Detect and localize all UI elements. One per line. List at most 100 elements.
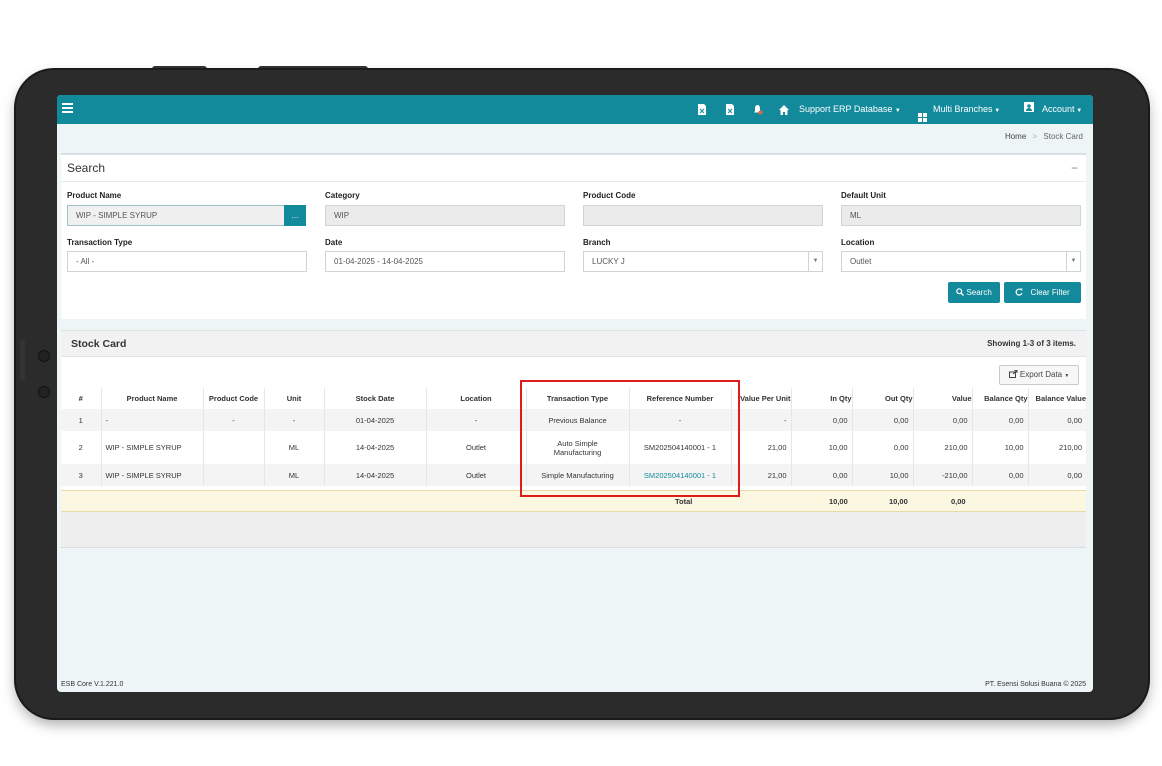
- product-name-field[interactable]: WIP - SIMPLE SYRUP: [67, 205, 285, 226]
- column-header[interactable]: Location: [426, 388, 527, 409]
- default-unit-field: ML: [841, 205, 1081, 226]
- search-panel: Search − Product Name WIP - SIMPLE SYRUP…: [61, 153, 1086, 319]
- chevron-down-icon: ▼: [1064, 373, 1070, 379]
- breadcrumb-current: Stock Card: [1043, 132, 1083, 141]
- table-cell: -210,00: [913, 464, 973, 486]
- product-browse-button[interactable]: ...: [284, 205, 306, 226]
- chevron-down-icon: ▼: [808, 252, 822, 271]
- stock-card-title: Stock Card: [71, 338, 127, 350]
- column-header[interactable]: Stock Date: [324, 388, 427, 409]
- column-header[interactable]: Out Qty: [852, 388, 914, 409]
- search-icon: [956, 288, 966, 297]
- table-cell: 10,00: [972, 431, 1029, 464]
- column-header[interactable]: Value Per Unit: [731, 388, 792, 409]
- total-value: 0,00: [951, 497, 966, 506]
- category-label: Category: [325, 191, 360, 200]
- bell-icon[interactable]: [752, 95, 763, 124]
- branches-label: Multi Branches: [933, 104, 993, 114]
- chevron-down-icon: ▼: [992, 108, 1001, 114]
- table-cell: 14-04-2025: [324, 464, 427, 486]
- items-summary: Showing 1-3 of 3 items.: [987, 339, 1076, 348]
- table-cell: -: [731, 409, 792, 431]
- menu-icon[interactable]: [62, 103, 73, 115]
- date-label: Date: [325, 238, 343, 247]
- device-side-button: [20, 340, 25, 380]
- highlight-box: [520, 380, 740, 497]
- column-header[interactable]: #: [61, 388, 102, 409]
- table-cell: Outlet: [426, 431, 527, 464]
- table-cell: 21,00: [731, 464, 792, 486]
- table-cell: 210,00: [913, 431, 973, 464]
- location-select[interactable]: Outlet ▼: [841, 251, 1081, 272]
- table-cell: 1: [61, 409, 102, 431]
- database-dropdown[interactable]: Support ERP Database ▼: [799, 95, 901, 124]
- top-navbar: Support ERP Database ▼ Multi Branches ▼ …: [57, 95, 1093, 124]
- column-header[interactable]: Product Code: [203, 388, 265, 409]
- table-footer-area: [61, 512, 1086, 548]
- date-range-field[interactable]: 01-04-2025 - 14-04-2025: [325, 251, 565, 272]
- location-select-value: Outlet: [850, 257, 872, 266]
- home-icon[interactable]: [779, 95, 789, 124]
- table-cell: WIP - SIMPLE SYRUP: [101, 464, 204, 486]
- table-cell: 0,00: [1028, 409, 1086, 431]
- transaction-type-select[interactable]: - All -: [67, 251, 307, 272]
- report-icon[interactable]: [697, 95, 707, 124]
- table-cell: 10,00: [852, 464, 914, 486]
- copyright-label: PT. Esensi Solusi Buana © 2025: [985, 681, 1086, 688]
- transaction-type-label: Transaction Type: [67, 238, 133, 247]
- branch-select[interactable]: LUCKY J ▼: [583, 251, 823, 272]
- version-label: ESB Core V.1.221.0: [61, 681, 124, 688]
- branches-dropdown[interactable]: Multi Branches ▼: [918, 95, 1000, 124]
- breadcrumb-separator: >: [1032, 132, 1038, 141]
- product-code-field: [583, 205, 823, 226]
- default-unit-label: Default Unit: [841, 191, 886, 200]
- table-cell: 0,00: [791, 464, 853, 486]
- account-dropdown[interactable]: Account ▼: [1024, 95, 1082, 124]
- table-cell: 0,00: [852, 431, 914, 464]
- table-cell: ML: [264, 431, 325, 464]
- column-header[interactable]: In Qty: [791, 388, 853, 409]
- table-cell: 10,00: [791, 431, 853, 464]
- collapse-icon[interactable]: −: [1071, 155, 1078, 182]
- export-icon: [1008, 370, 1020, 379]
- camera-dot: [38, 350, 50, 362]
- database-label: Support ERP Database: [799, 104, 893, 114]
- table-cell: WIP - SIMPLE SYRUP: [101, 431, 204, 464]
- table-cell: 0,00: [1028, 464, 1086, 486]
- column-header[interactable]: Product Name: [101, 388, 204, 409]
- table-cell: 210,00: [1059, 443, 1082, 452]
- branch-select-value: LUCKY J: [592, 257, 625, 266]
- column-header[interactable]: Balance Value: [1028, 388, 1086, 409]
- export-data-button[interactable]: Export Data ▼: [999, 365, 1079, 385]
- breadcrumb: Home > Stock Card: [1005, 132, 1083, 141]
- table-cell: 0,00: [913, 409, 973, 431]
- table-cell: 3: [61, 464, 102, 486]
- column-header[interactable]: Value: [913, 388, 973, 409]
- chevron-down-icon: ▼: [894, 108, 901, 114]
- table-cell: Outlet: [426, 464, 527, 486]
- table-cell: 21,00: [731, 431, 792, 464]
- breadcrumb-home[interactable]: Home: [1005, 132, 1026, 141]
- clear-filter-label: Clear Filter: [1030, 288, 1070, 297]
- category-field: WIP: [325, 205, 565, 226]
- location-label: Location: [841, 238, 875, 247]
- clear-filter-button[interactable]: Clear Filter: [1004, 282, 1081, 303]
- search-button[interactable]: Search: [948, 282, 1000, 303]
- chevron-down-icon: ▼: [1074, 108, 1083, 114]
- search-panel-header: Search −: [61, 155, 1086, 182]
- table-cell: -: [101, 409, 204, 431]
- total-in-qty: 10,00: [829, 497, 848, 506]
- table-cell: -: [426, 409, 527, 431]
- table-cell: ML: [264, 464, 325, 486]
- report-icon[interactable]: [725, 95, 735, 124]
- table-cell: 0,00: [972, 409, 1029, 431]
- table-cell: 01-04-2025: [324, 409, 427, 431]
- column-header[interactable]: Unit: [264, 388, 325, 409]
- table-cell: 14-04-2025: [324, 431, 427, 464]
- account-label: Account: [1042, 104, 1075, 114]
- table-cell: [203, 464, 265, 486]
- total-out-qty: 10,00: [889, 497, 908, 506]
- export-label: Export Data: [1019, 370, 1063, 379]
- table-cell: 0,00: [852, 409, 914, 431]
- column-header[interactable]: Balance Qty: [972, 388, 1029, 409]
